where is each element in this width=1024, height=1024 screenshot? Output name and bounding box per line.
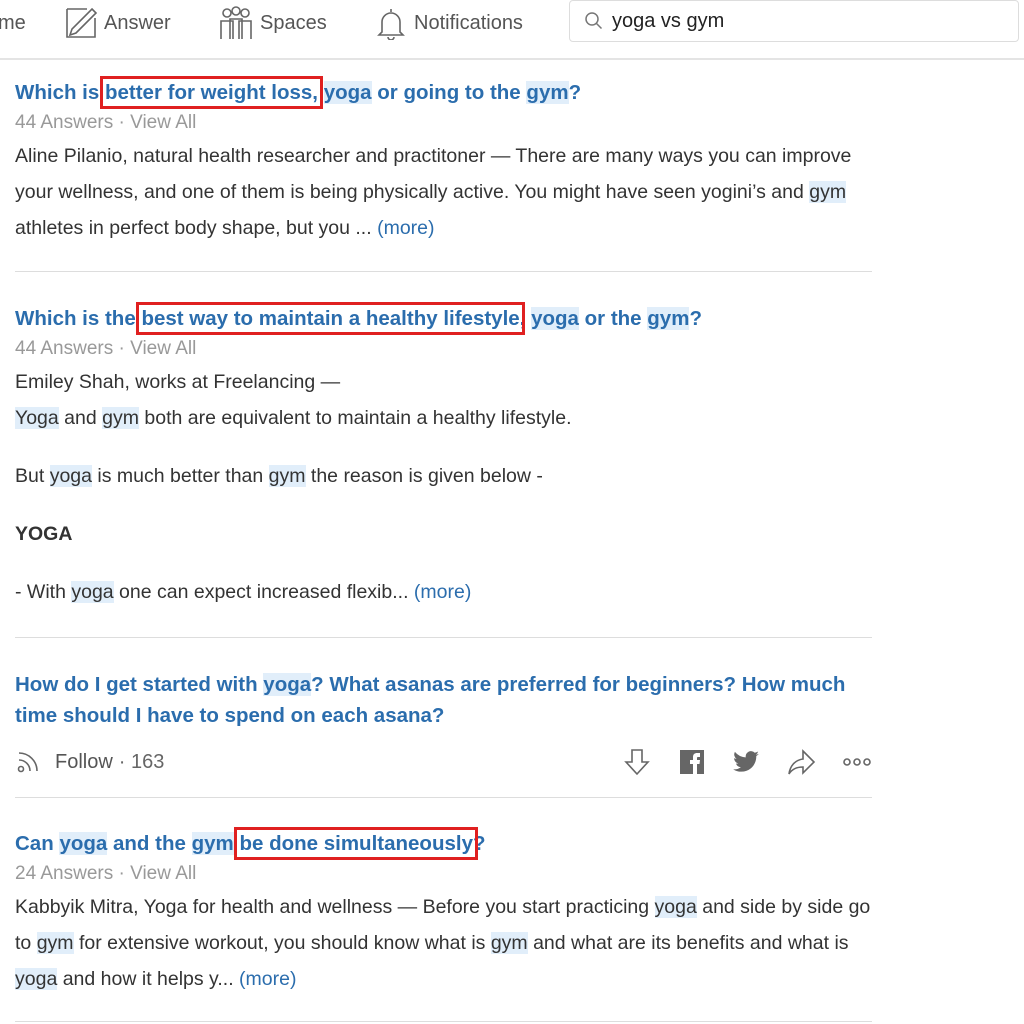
highlighted-term: gym (268, 465, 306, 487)
text-segment: - With (15, 581, 72, 603)
result-title[interactable]: Which is better for weight loss, yoga or… (15, 76, 875, 109)
question-actions: Follow · 163 (15, 745, 872, 779)
text-segment: How do I get started with (15, 673, 264, 696)
answer-snippet: Aline Pilanio, natural health researcher… (15, 138, 875, 246)
facebook-icon[interactable] (678, 748, 706, 776)
result-2: Which is the best way to maintain a heal… (15, 302, 875, 610)
text-segment: , (519, 307, 532, 330)
text-segment: Kabbyik Mitra, Yoga for health and welln… (15, 896, 655, 918)
result-4: Can yoga and the gym be done simultaneou… (15, 827, 875, 997)
text-segment: ? (689, 307, 702, 330)
text-segment: is much better than (91, 465, 269, 487)
highlighted-term: yoga (49, 465, 92, 487)
nav-notifications[interactable]: Notifications (374, 8, 523, 40)
text-segment: Aline Pilanio, natural health researcher… (15, 145, 852, 203)
highlighted-term: gym (490, 932, 528, 954)
top-nav: me Answer Spaces Notifications yoga vs g… (0, 0, 1024, 60)
view-all-link[interactable]: View All (130, 338, 196, 359)
nav-spaces[interactable]: Spaces (218, 6, 327, 39)
text-segment (318, 81, 324, 104)
text-segment: both are equivalent to maintain a health… (138, 407, 572, 429)
text-segment: ? (568, 81, 582, 104)
answers-count[interactable]: 24 Answers (15, 863, 113, 884)
bell-icon (377, 9, 405, 40)
nav-home[interactable]: me (0, 8, 26, 38)
answer-author: Emiley Shah, works at Freelancing — (15, 364, 875, 400)
answer-heading: YOGA (15, 516, 875, 552)
answers-count[interactable]: 44 Answers (15, 112, 113, 133)
nav-notifications-label: Notifications (414, 11, 523, 34)
text-segment: for extensive workout, you should know w… (73, 932, 491, 954)
text-segment: or the (578, 307, 648, 330)
highlighted-term: gym (102, 407, 139, 429)
annotation-boxed-text: better for weight loss, (99, 76, 323, 109)
result-3: How do I get started with yoga? What asa… (15, 669, 875, 731)
answer-paragraph: Yoga and gym both are equivalent to main… (15, 400, 875, 436)
result-title[interactable]: How do I get started with yoga? What asa… (15, 669, 875, 731)
text-segment: or going to the (371, 81, 527, 104)
nav-spaces-label: Spaces (260, 11, 327, 34)
rss-follow-icon[interactable] (15, 749, 41, 775)
nav-home-label: me (0, 11, 26, 34)
answer-paragraph: - With yoga one can expect increased fle… (15, 574, 875, 610)
text-segment: Can (15, 832, 60, 855)
result-title[interactable]: Can yoga and the gym be done simultaneou… (15, 827, 875, 860)
highlighted-term: yoga (323, 81, 372, 104)
more-options-icon[interactable] (842, 757, 872, 767)
follow-count: · 163 (118, 750, 165, 773)
text-segment: and (58, 407, 103, 429)
text-segment: YOGA (15, 523, 73, 545)
text-segment: But (15, 465, 50, 487)
answers-count[interactable]: 44 Answers (15, 338, 113, 359)
divider (15, 637, 872, 638)
more-link[interactable]: (more) (239, 968, 296, 990)
spaces-icon (220, 6, 252, 39)
pencil-icon (66, 7, 98, 38)
more-link[interactable]: (more) (414, 581, 471, 603)
text-segment: Which is the (15, 307, 142, 330)
nav-answer[interactable]: Answer (64, 7, 171, 38)
highlighted-term: yoga (263, 673, 312, 696)
divider (15, 271, 872, 272)
text-segment: and how it helps y... (57, 968, 240, 990)
twitter-icon[interactable] (732, 748, 760, 776)
annotation-boxed-text: be done simultaneously (234, 827, 478, 860)
answer-snippet: Kabbyik Mitra, Yoga for health and welln… (15, 889, 875, 997)
view-all-link[interactable]: View All (130, 112, 196, 133)
highlighted-term: gym (191, 832, 234, 855)
downvote-arrow-icon[interactable] (622, 747, 652, 777)
highlighted-term: yoga (15, 968, 58, 990)
text-segment: ? (472, 832, 486, 855)
follow-button[interactable]: Follow (55, 751, 113, 774)
highlighted-term: yoga (59, 832, 108, 855)
more-link[interactable]: (more) (377, 217, 434, 239)
text-segment: the reason is given below - (305, 465, 543, 487)
text-segment: and the (107, 832, 192, 855)
highlighted-term: yoga (531, 307, 579, 330)
search-value: yoga vs gym (612, 9, 725, 32)
highlighted-term: gym (526, 81, 569, 104)
share-icon[interactable] (786, 747, 816, 777)
highlighted-term: Yoga (15, 407, 59, 429)
highlighted-term: yoga (71, 581, 114, 603)
highlighted-term: gym (36, 932, 74, 954)
text-segment: Emiley Shah, works at Freelancing — (15, 371, 341, 393)
annotation-boxed-text: best way to maintain a healthy lifestyle (136, 302, 525, 335)
text-segment: one can expect increased flexib... (113, 581, 414, 603)
text-segment: and what are its benefits and what is (527, 932, 849, 954)
divider (15, 1021, 872, 1022)
search-icon (585, 12, 603, 30)
view-all-link[interactable]: View All (130, 863, 196, 884)
result-title[interactable]: Which is the best way to maintain a heal… (15, 302, 875, 335)
text-segment: athletes in perfect body shape, but you … (15, 217, 378, 239)
highlighted-term: yoga (654, 896, 697, 918)
search-input[interactable]: yoga vs gym (569, 0, 1019, 42)
nav-answer-label: Answer (104, 11, 171, 34)
text-segment: Which is (15, 81, 105, 104)
answer-paragraph: But yoga is much better than gym the rea… (15, 458, 875, 494)
result-1: Which is better for weight loss, yoga or… (15, 76, 875, 246)
highlighted-term: gym (809, 181, 847, 203)
divider (15, 797, 872, 798)
highlighted-term: gym (647, 307, 690, 330)
